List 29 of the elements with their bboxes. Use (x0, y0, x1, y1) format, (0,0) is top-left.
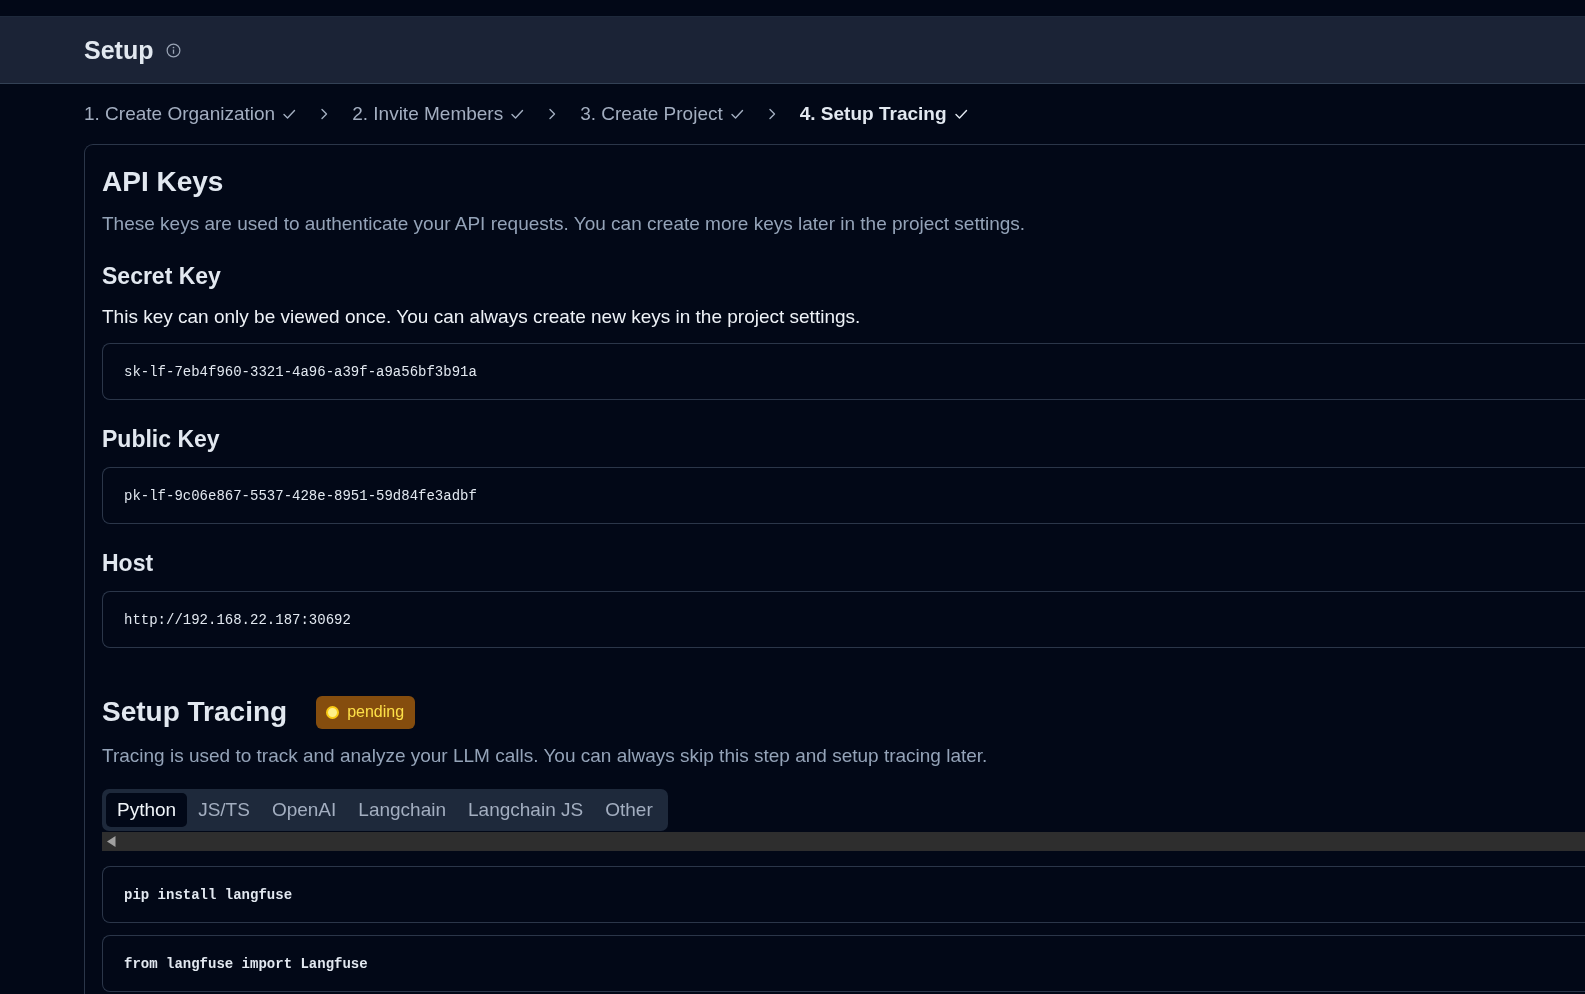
section-description: Tracing is used to track and analyze your LLM calls. You can always skip this step and setup tracing later. (102, 744, 989, 768)
language-tab[interactable]: Python (106, 793, 188, 827)
step-label: 2. Invite Members (352, 103, 504, 125)
key-value-field: http://192.168.22.187:30692 (102, 591, 1585, 648)
info-icon[interactable] (166, 42, 182, 58)
language-tab[interactable]: Langchain (347, 793, 458, 827)
section-heading: Setup Tracing (102, 695, 288, 729)
section-description: These keys are used to authenticate your API requests. You can create more keys later in the project settings. (102, 212, 1027, 236)
language-tab[interactable]: OpenAI (260, 793, 348, 827)
key-value-field: pk-lf-9c06e867-5537-428e-8951-59d84fe3adbf (102, 467, 1585, 524)
field-heading: Public Key (102, 425, 221, 453)
step-label: 1. Create Organization (84, 103, 276, 125)
language-tab[interactable]: Langchain JS (457, 793, 595, 827)
language-tab[interactable]: Other (594, 793, 664, 827)
step-label: 3. Create Project (580, 103, 723, 125)
field-heading: Host (102, 549, 155, 577)
code-block: from langfuse import Langfuse (102, 935, 1585, 992)
key-value-field: sk-lf-7eb4f960-3321-4a96-a39f-a9a56bf3b91a (102, 343, 1585, 400)
field-note: This key can only be viewed once. You can always create new keys in the project settings. (102, 305, 862, 329)
horizontal-scrollbar[interactable] (102, 832, 1585, 851)
scroll-left-icon[interactable] (107, 836, 116, 847)
language-tab[interactable]: JS/TS (187, 793, 261, 827)
status-text: pending (347, 703, 405, 721)
section-heading: API Keys (102, 166, 225, 198)
page-title: Setup (84, 35, 154, 65)
code-block: pip install langfuse (102, 866, 1585, 923)
status-dot-icon (326, 705, 340, 719)
field-heading: Secret Key (102, 262, 222, 290)
step-label: 4. Setup Tracing (799, 103, 947, 125)
